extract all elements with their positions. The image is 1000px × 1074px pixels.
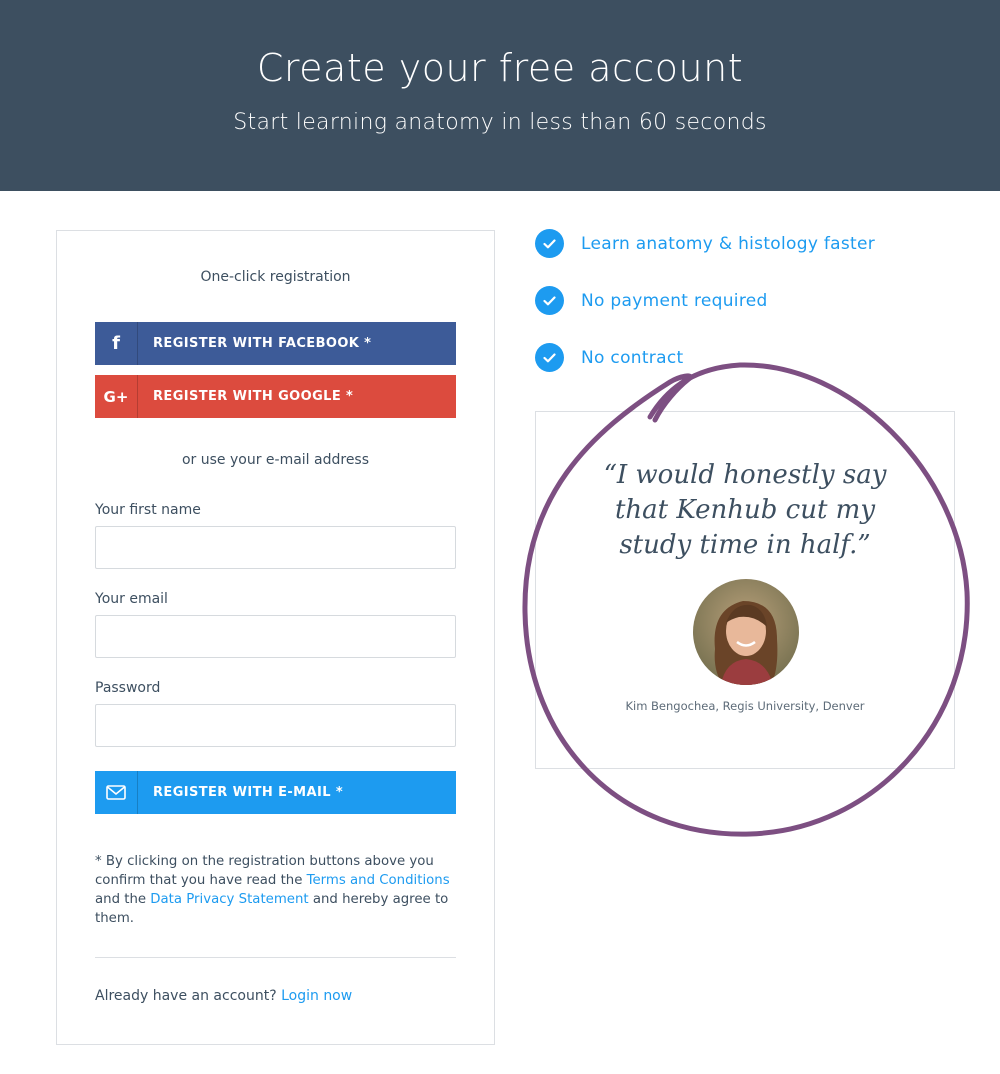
register-email-label: REGISTER WITH E-MAIL * bbox=[153, 785, 344, 800]
first-name-input[interactable] bbox=[95, 526, 456, 569]
password-label: Password bbox=[95, 680, 161, 696]
checkmark-icon bbox=[535, 343, 564, 372]
login-prompt: Already have an account? Login now bbox=[95, 988, 352, 1004]
login-prompt-text: Already have an account? bbox=[95, 988, 277, 1004]
email-input[interactable] bbox=[95, 615, 456, 658]
feature-item: No contract bbox=[535, 343, 683, 372]
oneclick-label: One-click registration bbox=[200, 269, 351, 285]
register-facebook-label: REGISTER WITH FACEBOOK * bbox=[153, 336, 372, 351]
password-input[interactable] bbox=[95, 704, 456, 747]
page-subtitle: Start learning anatomy in less than 60 s… bbox=[233, 110, 767, 135]
privacy-link[interactable]: Data Privacy Statement bbox=[150, 892, 308, 907]
facebook-icon: f bbox=[95, 322, 138, 365]
terms-link[interactable]: Terms and Conditions bbox=[307, 873, 450, 888]
or-email-label: or use your e-mail address bbox=[181, 452, 370, 468]
feature-item: Learn anatomy & histology faster bbox=[535, 229, 875, 258]
register-google-label: REGISTER WITH GOOGLE * bbox=[153, 389, 354, 404]
registration-card: One-click registration f REGISTER WITH F… bbox=[56, 230, 495, 1045]
checkmark-icon bbox=[535, 229, 564, 258]
feature-label: No contract bbox=[581, 347, 684, 368]
checkmark-icon bbox=[535, 286, 564, 315]
login-link[interactable]: Login now bbox=[281, 988, 352, 1004]
testimonial-attribution: Kim Bengochea, Regis University, Denver bbox=[625, 699, 865, 713]
register-facebook-button[interactable]: f REGISTER WITH FACEBOOK * bbox=[95, 322, 456, 365]
legal-notice: * By clicking on the registration button… bbox=[95, 852, 460, 928]
avatar bbox=[693, 579, 799, 685]
feature-label: No payment required bbox=[581, 290, 768, 311]
google-plus-icon: G+ bbox=[95, 375, 138, 418]
page-header: Create your free account Start learning … bbox=[0, 0, 1000, 191]
testimonial-quote: “I would honestly say that Kenhub cut my… bbox=[603, 460, 887, 560]
email-label: Your email bbox=[95, 591, 168, 607]
first-name-label: Your first name bbox=[95, 502, 201, 518]
page-title: Create your free account bbox=[256, 46, 744, 90]
envelope-icon bbox=[95, 771, 138, 814]
feature-label: Learn anatomy & histology faster bbox=[581, 233, 876, 254]
divider bbox=[95, 957, 456, 958]
testimonial-card: “I would honestly say that Kenhub cut my… bbox=[535, 411, 955, 769]
legal-middle: and the bbox=[95, 892, 151, 907]
register-google-button[interactable]: G+ REGISTER WITH GOOGLE * bbox=[95, 375, 456, 418]
register-email-button[interactable]: REGISTER WITH E-MAIL * bbox=[95, 771, 456, 814]
feature-item: No payment required bbox=[535, 286, 768, 315]
